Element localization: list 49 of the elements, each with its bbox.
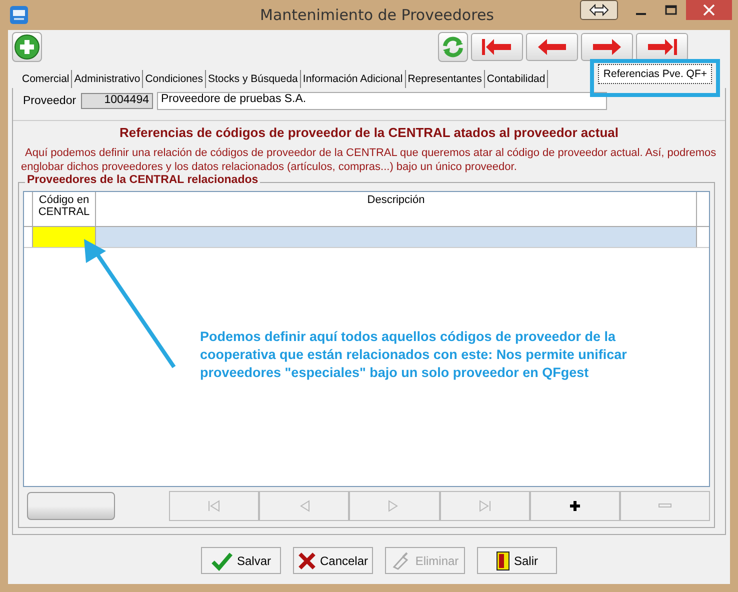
door-icon	[496, 550, 510, 570]
description-cell[interactable]	[96, 227, 697, 247]
annotation-text: Podemos definir aquí todos aquellos códigos de proveedor de la cooperativa que están relacionados con este: Nos permite unificar proveedores "especiales" bajo un solo proveedor en QFgest	[200, 328, 628, 382]
section-title: Referencias de códigos de proveedor de la CENTRAL atados al proveedor actual	[118, 125, 620, 140]
cancel-button[interactable]: Cancelar	[293, 547, 373, 574]
last-icon	[478, 500, 492, 512]
resize-button[interactable]	[580, 0, 618, 20]
column-header[interactable]: Código en CENTRAL	[33, 192, 96, 226]
save-button[interactable]: Salvar	[201, 547, 281, 574]
tab[interactable]: Condiciones	[143, 70, 206, 88]
code-field: 1004494	[81, 93, 153, 109]
name-field[interactable]: Proveedore de pruebas S.A.	[157, 92, 607, 110]
maximize-icon	[665, 5, 677, 15]
checkmark-icon	[210, 550, 233, 570]
add-button[interactable]	[12, 32, 42, 62]
field-label: Proveedor	[23, 95, 77, 107]
add-row-button[interactable]	[530, 491, 620, 521]
column-header[interactable]: Descripción	[96, 192, 697, 226]
group-title: Proveedores de la CENTRAL relacionados	[25, 174, 260, 186]
minimize-icon	[636, 13, 646, 15]
plus-icon	[14, 34, 40, 60]
grid-button[interactable]	[27, 492, 115, 520]
close-icon	[703, 4, 715, 16]
tab[interactable]: Comercial	[20, 70, 72, 88]
app-logo-icon	[10, 6, 28, 24]
plus-icon	[568, 500, 581, 512]
last-arrow-icon	[645, 37, 679, 57]
last-record-button[interactable]	[636, 33, 688, 61]
first-arrow-icon	[480, 37, 514, 57]
tab[interactable]: Referencias Pve. QF+	[598, 64, 712, 84]
cross-icon	[298, 552, 316, 570]
tab[interactable]: Administrativo	[72, 70, 144, 88]
tab[interactable]: Información Adicional	[300, 70, 406, 88]
previous-record-button[interactable]	[526, 33, 578, 61]
code-cell[interactable]	[33, 227, 96, 247]
section-description: Aquí podemos definir una relación de códigos de proveedor de la CENTRAL que queremos atar al código de proveedor actual. Así, podremos englobar dichos proveedores y los datos relacionados (artículos, compras...) bajo un único proveedor.	[20, 146, 718, 174]
minus-icon	[658, 503, 672, 509]
tab[interactable]: Stocks y Búsqueda	[206, 70, 301, 88]
first-record-button[interactable]	[471, 33, 523, 61]
tab[interactable]: Contabilidad	[484, 70, 548, 88]
double-arrow-icon	[589, 4, 609, 16]
tab[interactable]: Representantes	[406, 70, 485, 88]
refresh-icon	[441, 35, 465, 59]
window-title: Mantenimiento de Proveedores	[260, 6, 494, 24]
first-icon	[207, 500, 222, 512]
close-button[interactable]	[686, 0, 732, 20]
refresh-button[interactable]	[438, 32, 468, 62]
next-record-button[interactable]	[581, 33, 633, 61]
exit-button[interactable]: Salir	[477, 547, 557, 574]
